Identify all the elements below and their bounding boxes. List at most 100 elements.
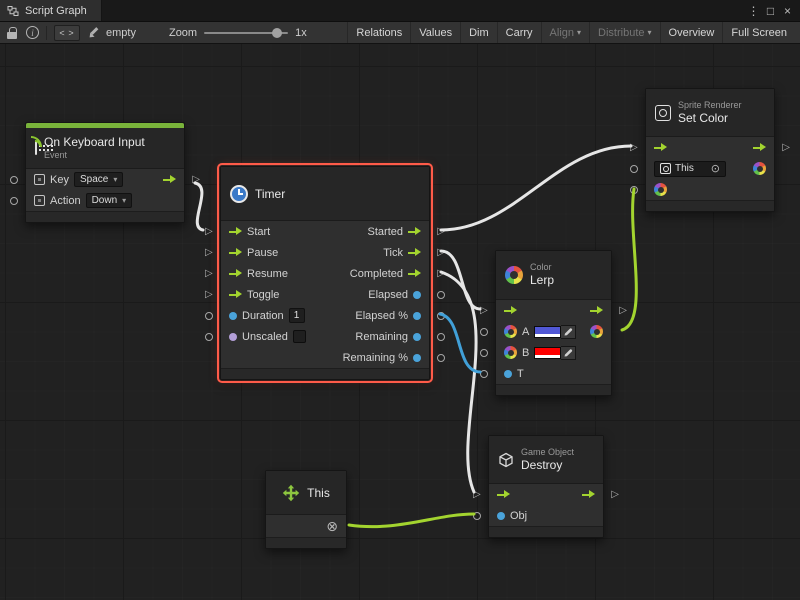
toggle-label: Toggle — [247, 289, 279, 301]
port-timer-unscaled-in[interactable] — [205, 333, 213, 341]
timer-row-unscaled-remaining: Unscaled Remaining — [221, 326, 429, 347]
port-timer-remainingpct-out[interactable] — [437, 354, 445, 362]
port-setcolor-flow-out[interactable] — [782, 143, 790, 153]
resume-label: Resume — [247, 268, 288, 280]
node-on-keyboard-input[interactable]: On Keyboard Input Event Key Space Action… — [25, 122, 185, 223]
color-b-swatch[interactable] — [534, 347, 561, 359]
graph-canvas[interactable]: On Keyboard Input Event Key Space Action… — [0, 44, 800, 600]
action-dropdown[interactable]: Down — [86, 193, 133, 208]
port-timer-elapsed-out[interactable] — [437, 291, 445, 299]
window-menu-icon[interactable]: ⋮ — [745, 0, 762, 22]
color-port-icon — [753, 162, 766, 175]
node-footer — [26, 211, 184, 222]
wire-timer-started-to-setcolor-flow[interactable] — [441, 146, 631, 230]
values-button[interactable]: Values — [410, 22, 460, 43]
sprite-renderer-icon — [660, 163, 671, 174]
object-port-icon[interactable] — [326, 518, 338, 535]
node-color-lerp[interactable]: Color Lerp A B — [495, 250, 612, 396]
flow-in-arrow-icon — [504, 306, 517, 315]
elapsed-pct-label: Elapsed % — [355, 310, 408, 322]
port-keyboard-key-left[interactable] — [10, 176, 18, 184]
wire-keyboard-to-timer-start[interactable] — [195, 183, 203, 230]
align-dropdown-button[interactable]: Align — [541, 22, 589, 43]
node-header: On Keyboard Input Event — [26, 128, 184, 169]
color-b-field[interactable] — [534, 346, 576, 360]
port-timer-toggle-in[interactable] — [205, 290, 213, 300]
start-label: Start — [247, 226, 270, 238]
dim-button[interactable]: Dim — [460, 22, 497, 43]
zoom-slider-handle[interactable] — [272, 28, 282, 38]
port-lerp-t-in[interactable] — [480, 370, 488, 378]
color-port-icon — [504, 346, 517, 359]
keyboard-key-row: Key Space — [26, 169, 184, 190]
node-this[interactable]: This — [265, 470, 347, 549]
zoom-slider[interactable] — [204, 26, 288, 40]
sprite-renderer-icon — [655, 105, 671, 121]
distribute-dropdown-button[interactable]: Distribute — [589, 22, 659, 43]
carry-button[interactable]: Carry — [497, 22, 541, 43]
port-setcolor-target-in[interactable] — [630, 165, 638, 173]
b-label: B — [522, 347, 529, 359]
info-icon[interactable] — [26, 26, 39, 39]
setcolor-target-row: This — [646, 158, 774, 179]
wire-this-to-destroy-obj[interactable] — [349, 514, 474, 527]
port-lerp-b-in[interactable] — [480, 349, 488, 357]
elapsed-label: Elapsed — [368, 289, 408, 301]
flow-in-arrow-icon — [654, 143, 667, 152]
zoom-label: Zoom — [169, 27, 197, 39]
breadcrumb-toggle-button[interactable] — [54, 25, 80, 41]
node-header: Timer — [221, 167, 429, 221]
port-destroy-flow-out[interactable] — [611, 490, 619, 500]
node-subtitle: Sprite Renderer — [678, 100, 742, 111]
setcolor-flow-row — [646, 137, 774, 158]
flow-in-arrow-icon — [229, 269, 242, 278]
graph-name[interactable]: empty — [106, 27, 136, 39]
port-timer-duration-in[interactable] — [205, 312, 213, 320]
fullscreen-button[interactable]: Full Screen — [722, 22, 795, 43]
node-title: Destroy — [521, 458, 574, 472]
port-setcolor-flow-in[interactable] — [630, 143, 638, 153]
overview-button[interactable]: Overview — [660, 22, 723, 43]
port-timer-started-out[interactable] — [437, 227, 445, 237]
node-title: Timer — [255, 187, 285, 201]
port-timer-pause-in[interactable] — [205, 248, 213, 258]
duration-value-field[interactable]: 1 — [289, 308, 305, 323]
port-lerp-a-in[interactable] — [480, 328, 488, 336]
color-a-field[interactable] — [534, 325, 576, 339]
obj-label: Obj — [510, 510, 527, 522]
color-a-swatch[interactable] — [534, 326, 561, 338]
unscaled-checkbox[interactable] — [293, 330, 306, 343]
port-lerp-flow-in[interactable] — [480, 306, 488, 316]
window-close-icon[interactable]: × — [779, 0, 796, 22]
key-dropdown[interactable]: Space — [74, 172, 123, 187]
object-port-icon — [497, 512, 505, 520]
tab-script-graph[interactable]: Script Graph — [0, 0, 102, 21]
port-keyboard-action-left[interactable] — [10, 197, 18, 205]
node-timer[interactable]: Timer Start Started Pause Tick Res — [220, 166, 430, 380]
node-destroy[interactable]: Game Object Destroy Obj — [488, 435, 604, 538]
node-subtitle: Event — [44, 150, 145, 161]
flow-in-arrow-icon — [497, 490, 510, 499]
relations-button[interactable]: Relations — [347, 22, 410, 43]
edit-graph-name-icon[interactable] — [87, 27, 99, 39]
target-object-field[interactable]: This — [654, 161, 726, 177]
port-lerp-flow-out[interactable] — [619, 306, 627, 316]
flow-out-arrow-icon — [408, 248, 421, 257]
eyedropper-icon[interactable] — [561, 325, 576, 339]
toolbar-separator — [46, 26, 47, 40]
node-title: On Keyboard Input — [44, 135, 145, 149]
wire-timer-completed-to-destroy-flow[interactable] — [441, 272, 476, 492]
timer-row-duration-elapsedpct: Duration 1 Elapsed % — [221, 305, 429, 326]
port-timer-start-in[interactable] — [205, 227, 213, 237]
pause-label: Pause — [247, 247, 278, 259]
duration-label: Duration — [242, 310, 284, 322]
port-timer-resume-in[interactable] — [205, 269, 213, 279]
node-setcolor[interactable]: Sprite Renderer Set Color This — [645, 88, 775, 212]
window-maximize-icon[interactable]: □ — [762, 0, 779, 22]
eyedropper-icon[interactable] — [561, 346, 576, 360]
target-value: This — [675, 163, 694, 174]
port-timer-remaining-out[interactable] — [437, 333, 445, 341]
wire-timer-tick-to-lerp-flow[interactable] — [441, 251, 480, 309]
color-port-icon — [654, 183, 667, 196]
lock-icon[interactable] — [7, 27, 17, 39]
